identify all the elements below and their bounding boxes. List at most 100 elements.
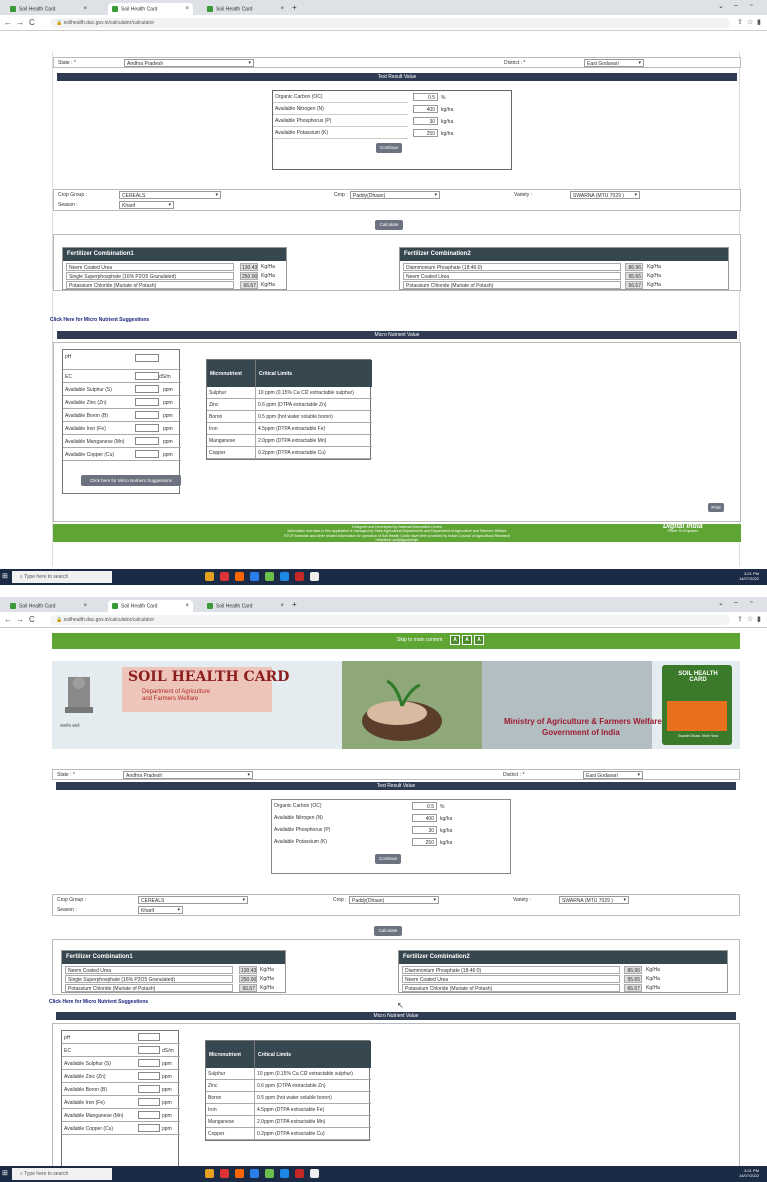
micro-nutrient-link[interactable]: Click Here for Micro Nutrient Suggestion… bbox=[49, 999, 148, 1005]
app-icon[interactable] bbox=[295, 1169, 304, 1178]
variety-select[interactable]: SWARNA (MTU 7029 ) ▾ bbox=[559, 896, 629, 904]
continue-button[interactable]: Continue bbox=[375, 854, 401, 864]
app-icon[interactable] bbox=[250, 572, 259, 581]
district-select[interactable]: East Godavari ▾ bbox=[584, 59, 644, 67]
maximize-icon[interactable]: ▫ bbox=[750, 599, 752, 606]
close-icon[interactable]: × bbox=[83, 6, 87, 12]
micro-nutrient-link[interactable]: Click Here for Micro Nutrient Suggestion… bbox=[50, 317, 149, 323]
fertilizer-qty[interactable]: 66.67 bbox=[239, 984, 257, 992]
reload-icon[interactable]: C bbox=[29, 18, 35, 27]
app-icon[interactable] bbox=[310, 1169, 319, 1178]
crop-select[interactable]: Paddy(Dhaan) ▾ bbox=[350, 191, 440, 199]
maximize-icon[interactable]: ▫ bbox=[750, 2, 752, 9]
sulphur-input[interactable] bbox=[135, 385, 159, 393]
fertilizer-select[interactable]: Potassium Chloride (Muriate of Potash) bbox=[65, 984, 233, 992]
browser-tab[interactable]: Soil Health Card × bbox=[6, 3, 91, 15]
zinc-input[interactable] bbox=[135, 398, 159, 406]
fertilizer-select[interactable]: Diammonium Phosphate (18:46:0) bbox=[402, 966, 620, 974]
chrome-icon[interactable] bbox=[220, 1169, 229, 1178]
k-input[interactable]: 250 bbox=[413, 129, 438, 137]
ec-input[interactable] bbox=[138, 1046, 160, 1054]
url-field[interactable]: 🔒 soilhealth.dac.gov.in/calculator/calcu… bbox=[50, 615, 730, 625]
print-button[interactable]: Print bbox=[708, 503, 724, 512]
chevron-down-icon[interactable]: ⌄ bbox=[718, 2, 724, 10]
browser-tab[interactable]: Soil Health Card × bbox=[108, 600, 193, 612]
app-icon[interactable] bbox=[250, 1169, 259, 1178]
calculate-button[interactable]: Calculate bbox=[375, 220, 403, 230]
close-icon[interactable]: × bbox=[280, 6, 284, 12]
boron-input[interactable] bbox=[135, 411, 159, 419]
continue-button[interactable]: Continue bbox=[376, 143, 402, 153]
digital-india-logo[interactable]: Digital India Power To Empower bbox=[663, 523, 703, 541]
oc-input[interactable]: 0.5 bbox=[413, 93, 438, 101]
n-input[interactable]: 400 bbox=[413, 105, 438, 113]
app-icon[interactable] bbox=[310, 572, 319, 581]
star-icon[interactable]: ☆ bbox=[747, 18, 753, 26]
season-select[interactable]: Kharif ▾ bbox=[119, 201, 174, 209]
windows-icon[interactable]: ⊞ bbox=[2, 1169, 8, 1177]
micro-suggestions-button[interactable]: Click here for Micro Nutrient Suggestion… bbox=[81, 475, 181, 486]
state-select[interactable]: Andhra Pradesh ▾ bbox=[123, 771, 253, 779]
copper-input[interactable] bbox=[138, 1124, 160, 1132]
fertilizer-qty[interactable]: 86.96 bbox=[625, 263, 643, 271]
browser-tab[interactable]: Soil Health Card × bbox=[203, 600, 288, 612]
boron-input[interactable] bbox=[138, 1085, 160, 1093]
windows-icon[interactable]: ⊞ bbox=[2, 572, 8, 580]
ph-input[interactable] bbox=[138, 1033, 160, 1041]
file-explorer-icon[interactable] bbox=[205, 572, 214, 581]
ph-input[interactable] bbox=[135, 354, 159, 362]
fertilizer-qty[interactable]: 86.96 bbox=[624, 966, 642, 974]
firefox-icon[interactable] bbox=[235, 572, 244, 581]
new-tab-icon[interactable]: + bbox=[292, 3, 297, 12]
crop-group-select[interactable]: CEREALS ▾ bbox=[119, 191, 221, 199]
iron-input[interactable] bbox=[135, 424, 159, 432]
fertilizer-qty[interactable]: 95.65 bbox=[625, 272, 643, 280]
state-select[interactable]: Andhra Pradesh ▾ bbox=[124, 59, 254, 67]
fertilizer-select[interactable]: Single Superphosphate (16% P2O5 Granulat… bbox=[66, 272, 234, 280]
n-input[interactable]: 400 bbox=[412, 814, 437, 822]
fertilizer-select[interactable]: Potassium Chloride (Muriate of Potash) bbox=[403, 281, 621, 289]
manganese-input[interactable] bbox=[138, 1111, 160, 1119]
sulphur-input[interactable] bbox=[138, 1059, 160, 1067]
fertilizer-qty[interactable]: 130.43 bbox=[240, 263, 258, 271]
fertilizer-select[interactable]: Potassium Chloride (Muriate of Potash) bbox=[66, 281, 234, 289]
crop-select[interactable]: Paddy(Dhaan) ▾ bbox=[349, 896, 439, 904]
back-icon[interactable]: ← bbox=[4, 615, 12, 624]
district-select[interactable]: East Godavari ▾ bbox=[583, 771, 643, 779]
firefox-icon[interactable] bbox=[235, 1169, 244, 1178]
fertilizer-qty[interactable]: 250.00 bbox=[239, 975, 257, 983]
chevron-down-icon[interactable]: ⌄ bbox=[718, 599, 724, 607]
manganese-input[interactable] bbox=[135, 437, 159, 445]
fertilizer-select[interactable]: Neem Coated Urea bbox=[66, 263, 234, 271]
calculate-button[interactable]: Calculate bbox=[374, 926, 402, 936]
app-icon[interactable] bbox=[295, 572, 304, 581]
reload-icon[interactable]: C bbox=[29, 615, 35, 624]
minimize-icon[interactable]: – bbox=[734, 599, 738, 606]
app-icon[interactable] bbox=[265, 1169, 274, 1178]
extensions-icon[interactable]: ▮ bbox=[757, 615, 761, 623]
close-icon[interactable]: × bbox=[185, 603, 189, 609]
chrome-icon[interactable] bbox=[220, 572, 229, 581]
minimize-icon[interactable]: – bbox=[734, 2, 738, 9]
fertilizer-qty[interactable]: 95.65 bbox=[624, 975, 642, 983]
url-field[interactable]: 🔒 soilhealth.dac.gov.in/calculator/calcu… bbox=[50, 18, 730, 28]
app-icon[interactable] bbox=[280, 1169, 289, 1178]
text-size-button[interactable]: A bbox=[450, 635, 460, 645]
extensions-icon[interactable]: ▮ bbox=[757, 18, 761, 26]
browser-tab[interactable]: Soil Health Card × bbox=[108, 3, 193, 15]
text-size-button[interactable]: A bbox=[474, 635, 484, 645]
variety-select[interactable]: SWARNA (MTU 7029 ) ▾ bbox=[570, 191, 640, 199]
fertilizer-select[interactable]: Neem Coated Urea bbox=[402, 975, 620, 983]
taskbar-search[interactable]: ⌕ Type here to search bbox=[12, 571, 112, 583]
fertilizer-select[interactable]: Diammonium Phosphate (18:46:0) bbox=[403, 263, 621, 271]
crop-group-select[interactable]: CEREALS ▾ bbox=[138, 896, 248, 904]
taskbar-search[interactable]: ⌕ Type here to search bbox=[12, 1168, 112, 1180]
fertilizer-qty[interactable]: 250.00 bbox=[240, 272, 258, 280]
app-icon[interactable] bbox=[280, 572, 289, 581]
browser-tab[interactable]: Soil Health Card × bbox=[6, 600, 91, 612]
ec-input[interactable] bbox=[135, 372, 159, 380]
fertilizer-select[interactable]: Neem Coated Urea bbox=[403, 272, 621, 280]
clock[interactable]: 3:21 PM 14/07/2022 bbox=[739, 1168, 759, 1178]
fertilizer-qty[interactable]: 66.67 bbox=[240, 281, 258, 289]
share-icon[interactable]: ⇪ bbox=[737, 615, 743, 623]
